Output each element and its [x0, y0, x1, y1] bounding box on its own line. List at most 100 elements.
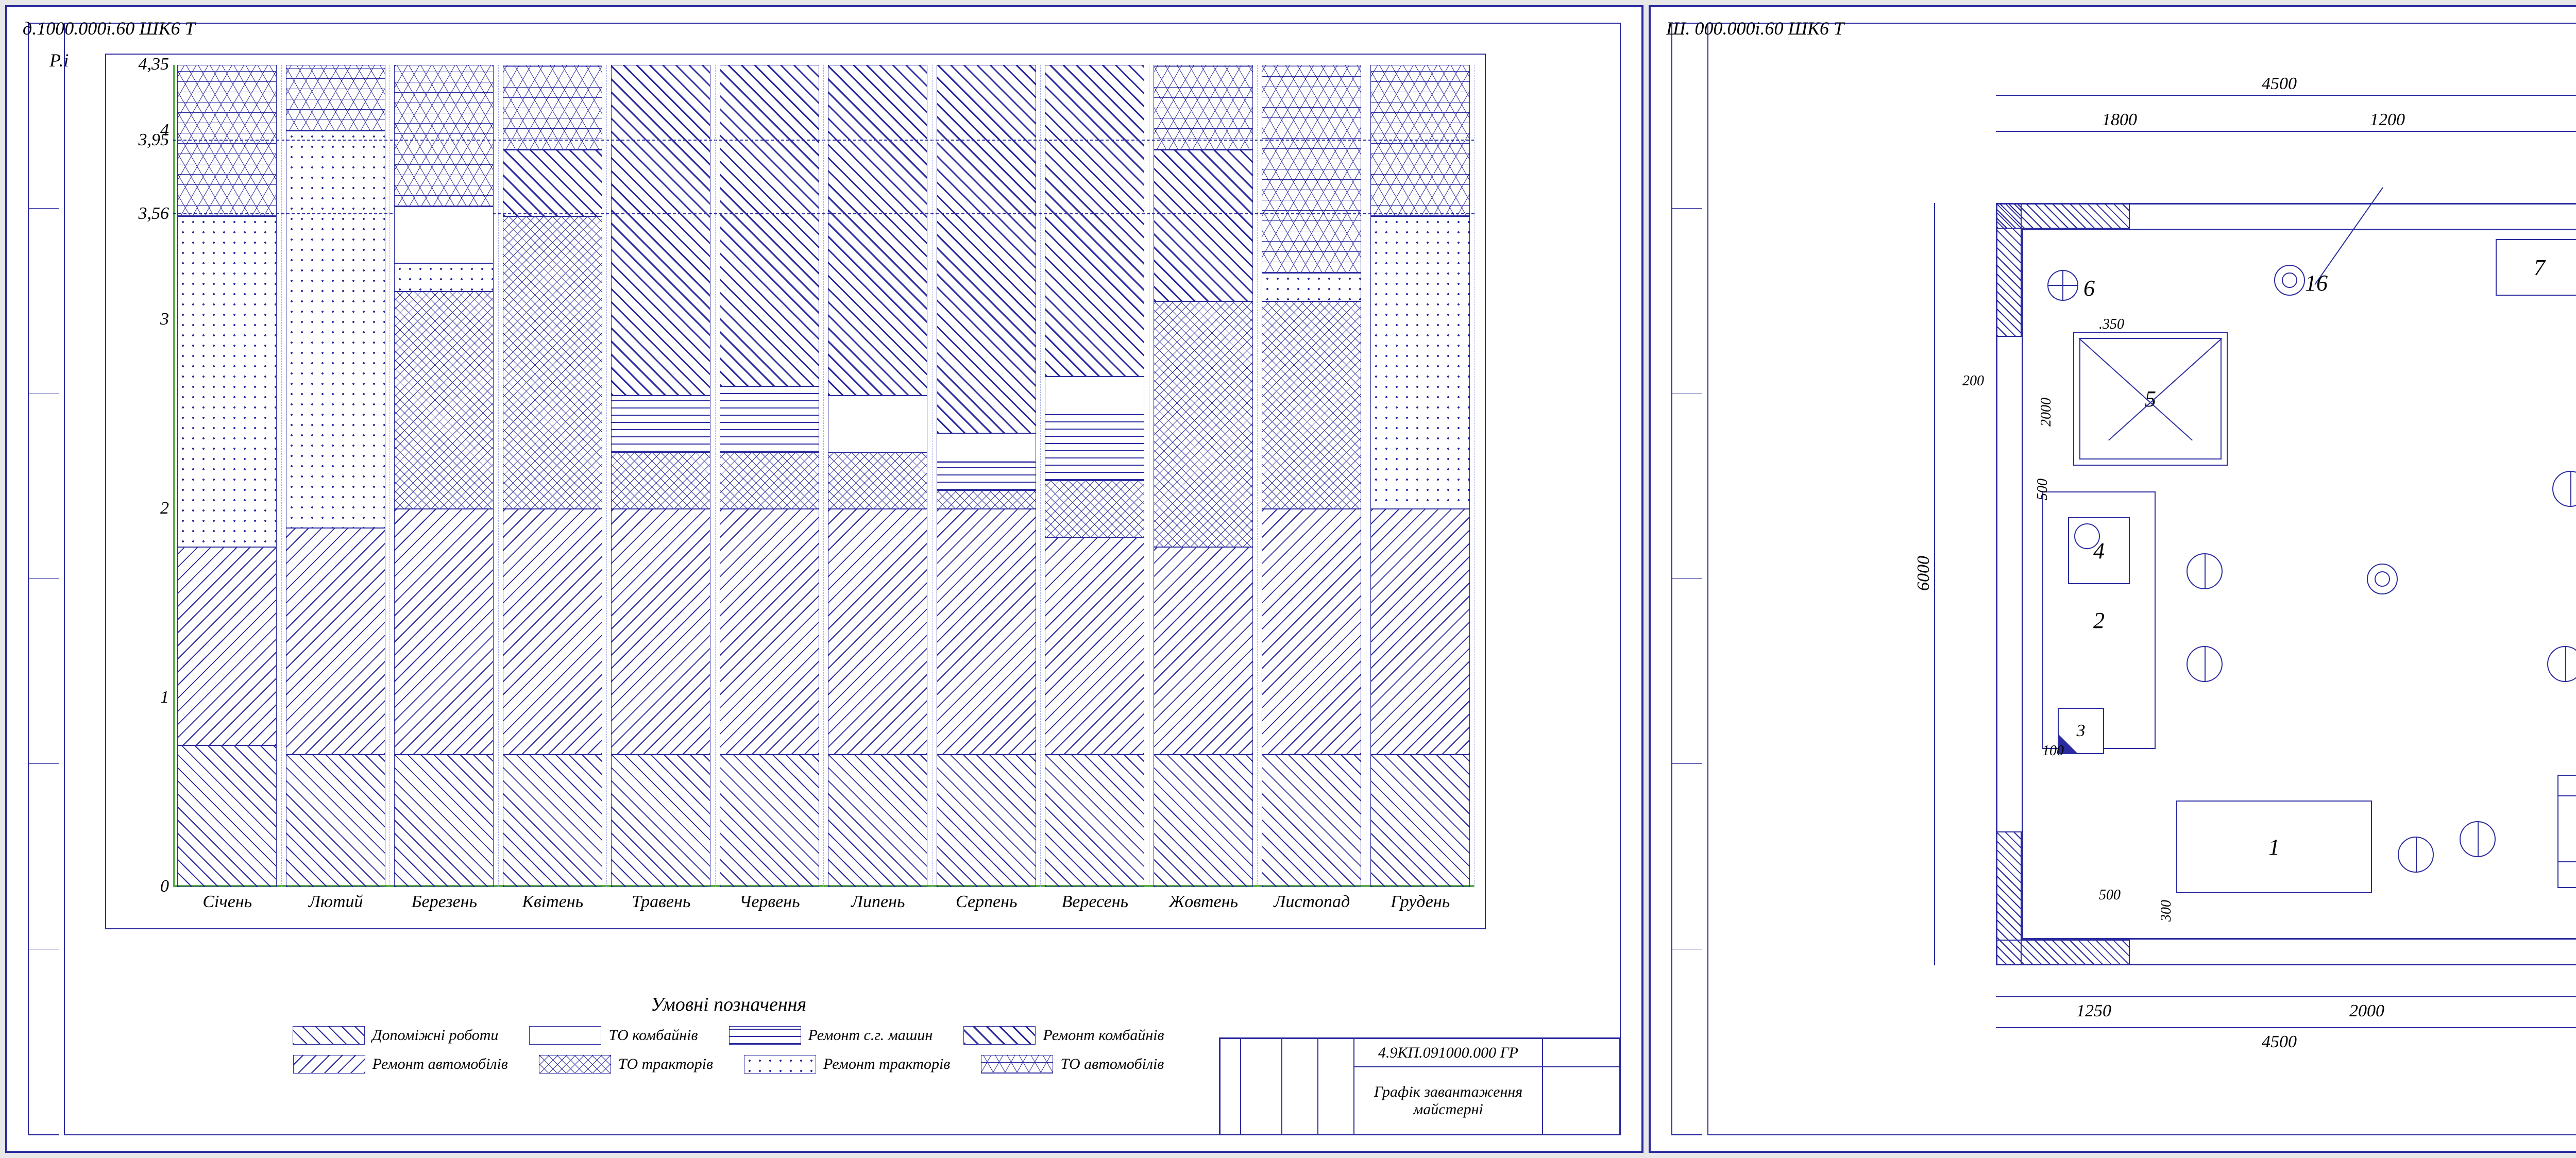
legend-swatch — [293, 1055, 365, 1074]
dim-top-c: 1500 — [2542, 110, 2576, 130]
legend-item: ТО комбайнів — [529, 1026, 698, 1045]
x-tick-label: Липень — [826, 892, 929, 912]
doc-id-right: Ш. 000.000і.60 ШК6 Т — [1666, 18, 1844, 39]
bar-segment — [394, 65, 494, 207]
sheet-right: Ш. 000.000і.60 ШК6 Т 4500 1800 1200 1500… — [1649, 5, 2576, 1153]
bar-segment — [611, 755, 710, 887]
legend-label: Ремонт с.г. машин — [808, 1027, 933, 1044]
equip-3: 3 — [2058, 708, 2104, 754]
y-axis-title: Р.і — [49, 49, 69, 71]
bar-segment — [937, 433, 1036, 462]
x-tick-label: Серпень — [935, 892, 1038, 912]
legend-swatch — [293, 1026, 365, 1045]
bar-segment — [177, 65, 277, 216]
bar-column — [282, 65, 391, 887]
bar-segment — [1045, 537, 1144, 755]
dim-left-total: 6000 — [1914, 522, 1934, 625]
bar-segment — [828, 396, 927, 452]
bar-segment — [1045, 415, 1144, 481]
legend-swatch — [539, 1055, 611, 1074]
legend-item: ТО тракторів — [539, 1055, 713, 1074]
left-frame-marks — [28, 23, 59, 1135]
bar-segment — [720, 452, 819, 509]
y-tick-label: 4,35 — [138, 55, 169, 74]
bar-segment — [720, 509, 819, 755]
legend-item: Ремонт с.г. машин — [729, 1026, 933, 1045]
bar-segment — [394, 755, 494, 887]
dim-bot-total: 4500 — [2228, 1032, 2331, 1052]
legend-label: Ремонт тракторів — [823, 1055, 950, 1073]
bar-column — [1149, 65, 1258, 887]
bar-column — [716, 65, 824, 887]
bar-column — [933, 65, 1041, 887]
legend-label: ТО автомобілів — [1060, 1055, 1164, 1073]
x-tick-label: Жовтень — [1152, 892, 1255, 912]
dim-top-total: 4500 — [2228, 74, 2331, 94]
bar-segment — [937, 755, 1036, 887]
bar-segment — [1045, 755, 1144, 887]
bar-column — [824, 65, 933, 887]
bar-segment — [1154, 150, 1253, 301]
y-tick-label: 4 — [138, 121, 169, 140]
equip-5: 5 — [2073, 332, 2228, 466]
work-mark-4 — [2460, 821, 2496, 857]
dim-line-top — [1996, 95, 2576, 96]
bar-segment — [611, 509, 710, 755]
chart-area: Р.і 01233,563,9544,35СіченьЛютийБерезень… — [105, 54, 1486, 929]
y-tick-label: 3 — [138, 310, 169, 329]
x-tick-label: Вересень — [1043, 892, 1146, 912]
bar-segment — [828, 509, 927, 755]
doc-id-left: д.1000.000і.60 ШК6 Т — [23, 18, 195, 39]
plan-wrap: 4500 1800 1200 1500 6000 6000 1250 2000 … — [1846, 74, 2576, 1053]
sheet-left: д.1000.000і.60 ШК6 Т Р.і 01233,563,9544,… — [5, 5, 1643, 1153]
bar-segment — [394, 509, 494, 755]
bar-segment — [1370, 216, 1470, 509]
work-mark-1 — [2187, 553, 2223, 589]
bar-column — [1366, 65, 1475, 887]
bar-column — [390, 65, 499, 887]
work-mark-3 — [2398, 837, 2434, 873]
bar-segment — [1154, 301, 1253, 547]
bar-segment — [720, 386, 819, 452]
bar-segment — [720, 65, 819, 386]
bar-segment — [937, 65, 1036, 433]
bar-column — [1258, 65, 1366, 887]
legend-label: Допоміжні роботи — [372, 1027, 498, 1044]
y-tick-label: 3,56 — [138, 204, 169, 224]
y-tick-label: 1 — [138, 688, 169, 707]
right-frame-marks — [1671, 23, 1702, 1135]
bar-segment — [394, 263, 494, 292]
legend-label: ТО тракторів — [618, 1055, 713, 1073]
bar-segment — [286, 65, 385, 131]
x-tick-label: Березень — [393, 892, 496, 912]
bar-segment — [177, 745, 277, 887]
bar-column — [173, 65, 282, 887]
bar-column — [1041, 65, 1149, 887]
x-tick-label: Листопад — [1260, 892, 1363, 912]
bar-segment — [1370, 509, 1470, 755]
legend-left: Умовні позначення Допоміжні роботи ТО ком… — [188, 993, 1269, 1084]
legend-item: Допоміжні роботи — [293, 1026, 498, 1045]
bar-segment — [394, 207, 494, 263]
drain-16 — [2274, 265, 2305, 296]
bar-segment — [1045, 65, 1144, 377]
legend-title-left: Умовні позначення — [188, 993, 1269, 1016]
legend-item: Ремонт комбайнів — [963, 1026, 1164, 1045]
bar-segment — [937, 462, 1036, 490]
bar-segment — [503, 65, 602, 150]
legend-swatch — [529, 1026, 601, 1045]
bar-segment — [286, 528, 385, 755]
bar-segment — [1262, 301, 1361, 509]
equip-6-water — [2047, 270, 2078, 301]
drain-center — [2367, 564, 2398, 594]
tb-code-left: 4.9КП.091000.000 ГР — [1354, 1038, 1543, 1067]
chart-plot: 01233,563,9544,35СіченьЛютийБерезеньКвіт… — [173, 65, 1475, 887]
legend-swatch — [744, 1055, 816, 1074]
equip-13: 13 — [2557, 795, 2576, 862]
legend-swatch — [981, 1055, 1053, 1074]
bar-segment — [828, 452, 927, 509]
x-tick-label: Квітень — [501, 892, 604, 912]
bar-segment — [1370, 65, 1470, 216]
x-tick-label: Червень — [718, 892, 821, 912]
title-block-left: 4.9КП.091000.000 ГР Графік завантаження … — [1219, 1037, 1621, 1135]
